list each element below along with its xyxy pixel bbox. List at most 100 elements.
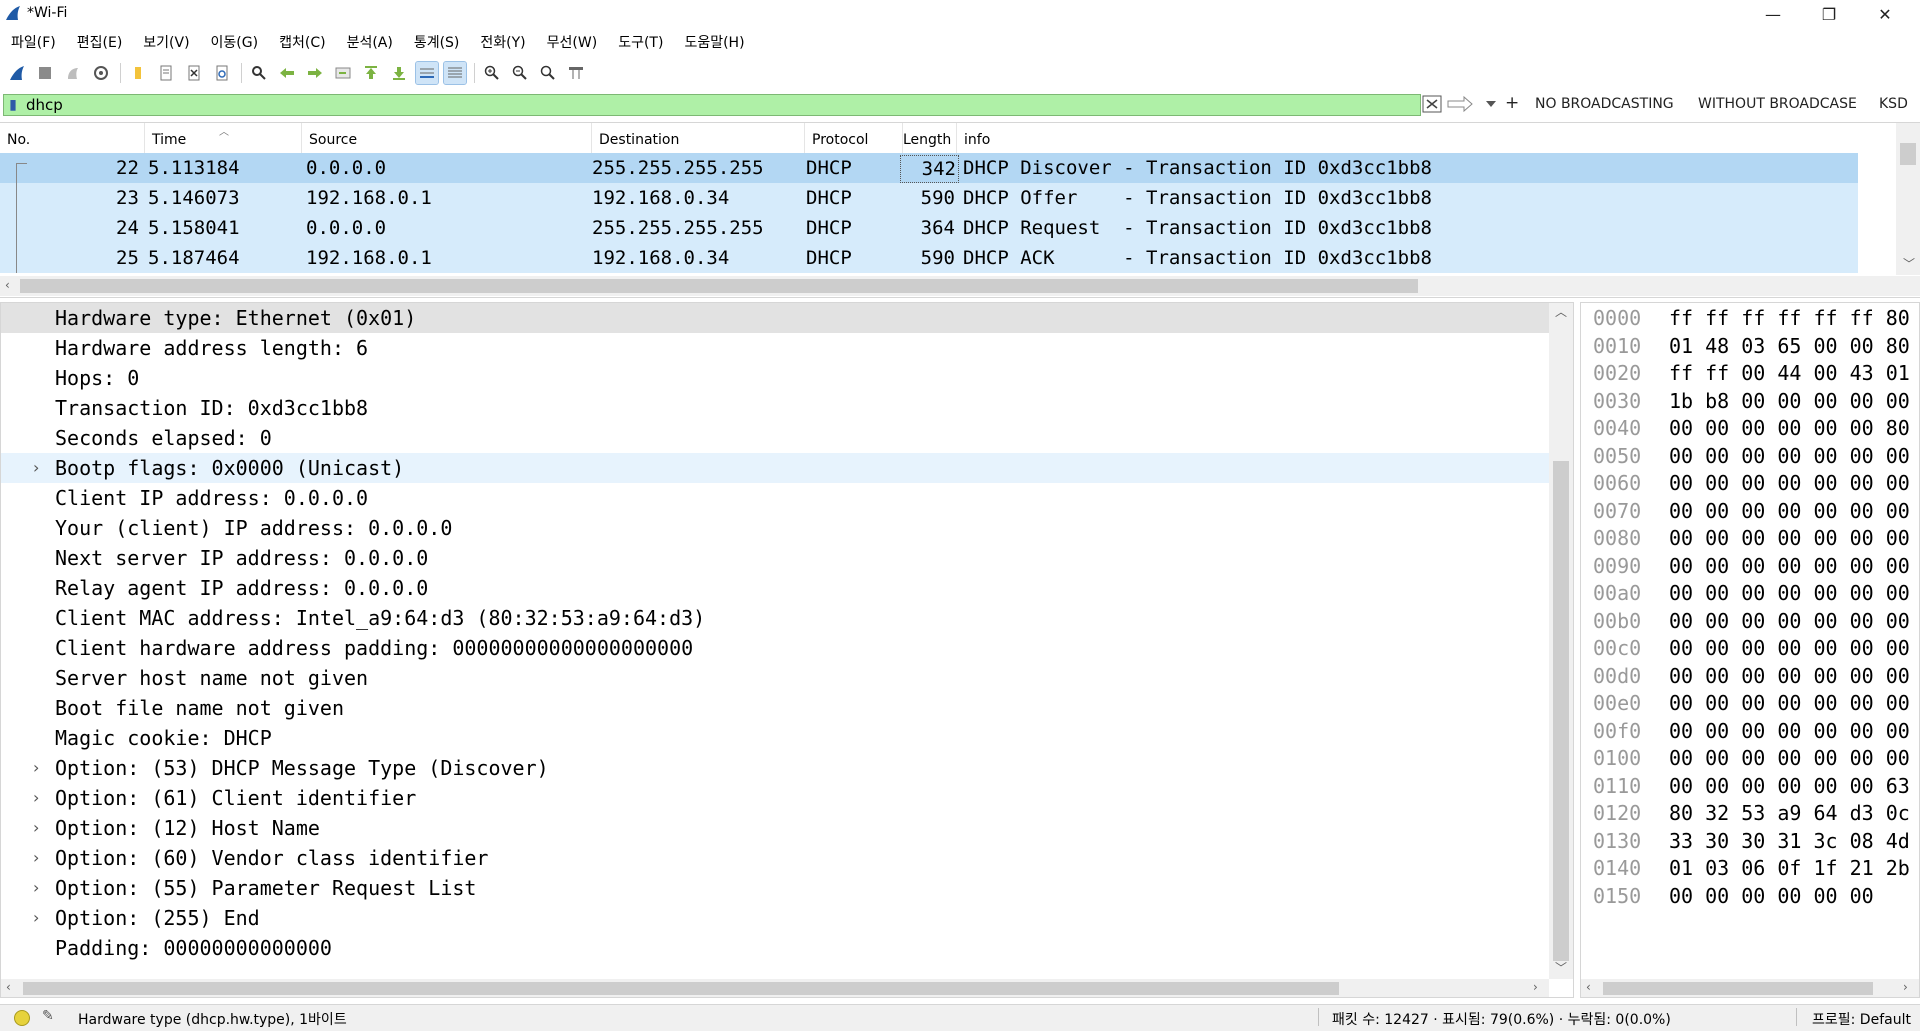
column-header-destination[interactable]: Destination (592, 123, 805, 153)
autoscroll-icon[interactable] (415, 61, 439, 85)
last-icon[interactable] (388, 62, 410, 84)
scroll-up-icon[interactable]: ︿ (1555, 303, 1567, 320)
hex-bytes[interactable]: 00 00 00 00 00 00 00 (1669, 635, 1910, 662)
expand-arrow-icon[interactable]: › (33, 813, 39, 843)
back-icon[interactable] (276, 62, 298, 84)
hex-bytes[interactable]: 00 00 00 00 00 00 00 (1669, 553, 1910, 580)
hex-bytes[interactable]: 00 00 00 00 00 00 80 (1669, 415, 1910, 442)
detail-row[interactable]: › Bootp flags: 0x0000 (Unicast) (1, 453, 1549, 483)
bookmark-icon[interactable]: ▮ (4, 95, 22, 115)
column-header-no[interactable]: No. (0, 123, 145, 153)
packet-row[interactable]: 24 5.158041 0.0.0.0 255.255.255.255 DHCP… (0, 213, 1858, 243)
first-icon[interactable] (360, 62, 382, 84)
scroll-right-icon[interactable]: › (1533, 980, 1538, 994)
hex-row[interactable]: 0080 00 00 00 00 00 00 00 (1581, 525, 1920, 553)
filter-button-no-broadcasting[interactable]: NO BROADCASTING (1535, 96, 1674, 112)
menu-analyze[interactable]: 분석(A) (337, 32, 404, 52)
detail-row[interactable]: Client MAC address: Intel_a9:64:d3 (80:3… (1, 603, 1549, 633)
detail-row[interactable]: Client IP address: 0.0.0.0 (1, 483, 1549, 513)
details-horizontal-scrollbar[interactable]: ‹ › (1, 979, 1549, 997)
expand-arrow-icon[interactable]: › (33, 753, 39, 783)
menu-capture[interactable]: 캡처(C) (269, 32, 336, 52)
hex-bytes[interactable]: 1b b8 00 00 00 00 00 (1669, 388, 1910, 415)
detail-row[interactable]: Hardware type: Ethernet (0x01) (1, 303, 1549, 333)
detail-row[interactable]: Hops: 0 (1, 363, 1549, 393)
detail-row[interactable]: › Option: (255) End (1, 903, 1549, 933)
hex-row[interactable]: 0020 ff ff 00 44 00 43 01 (1581, 360, 1920, 388)
maximize-button[interactable]: ❐ (1806, 0, 1852, 28)
hex-row[interactable]: 00a0 00 00 00 00 00 00 00 (1581, 580, 1920, 608)
packet-row[interactable]: 22 5.113184 0.0.0.0 255.255.255.255 DHCP… (0, 153, 1858, 184)
scroll-left-icon[interactable]: ‹ (6, 980, 11, 994)
hex-bytes[interactable]: 00 00 00 00 00 00 00 (1669, 663, 1910, 690)
filter-button-ksd[interactable]: KSD (1879, 96, 1908, 112)
detail-row[interactable]: Your (client) IP address: 0.0.0.0 (1, 513, 1549, 543)
restart-icon[interactable] (62, 62, 84, 84)
hex-row[interactable]: 00d0 00 00 00 00 00 00 00 (1581, 663, 1920, 691)
hex-row[interactable]: 0120 80 32 53 a9 64 d3 0c (1581, 800, 1920, 828)
expert-info-icon[interactable] (14, 1010, 30, 1026)
hex-bytes[interactable]: 00 00 00 00 00 00 00 (1669, 608, 1910, 635)
detail-row[interactable]: Magic cookie: DHCP (1, 723, 1549, 753)
column-header-info[interactable]: info (957, 123, 1858, 153)
hex-row[interactable]: 0130 33 30 30 31 3c 08 4d (1581, 828, 1920, 856)
hex-bytes[interactable]: ff ff ff ff ff ff 80 (1669, 305, 1910, 332)
menu-wireless[interactable]: 무선(W) (537, 32, 609, 52)
expand-arrow-icon[interactable]: › (33, 783, 39, 813)
scrollbar-thumb[interactable] (20, 279, 1418, 293)
hex-row[interactable]: 0070 00 00 00 00 00 00 00 (1581, 498, 1920, 526)
menu-telephony[interactable]: 전화(Y) (470, 32, 536, 52)
reload-icon[interactable] (211, 62, 233, 84)
hex-bytes[interactable]: 00 00 00 00 00 00 00 (1669, 690, 1910, 717)
hex-row[interactable]: 00c0 00 00 00 00 00 00 00 (1581, 635, 1920, 663)
zoom-normal-icon[interactable] (537, 62, 559, 84)
hex-bytes[interactable]: 00 00 00 00 00 00 00 (1669, 525, 1910, 552)
detail-row[interactable]: Client hardware address padding: 0000000… (1, 633, 1549, 663)
scroll-down-icon[interactable]: ﹀ (1555, 959, 1567, 976)
hex-bytes[interactable]: 80 32 53 a9 64 d3 0c (1669, 800, 1910, 827)
comment-edit-icon[interactable]: ✎ (42, 1008, 54, 1024)
menu-tools[interactable]: 도구(T) (608, 32, 674, 52)
close-button[interactable]: ✕ (1862, 0, 1908, 28)
packet-list-vertical-scrollbar[interactable]: ﹀ (1896, 123, 1920, 275)
details-vertical-scrollbar[interactable]: ︿ ﹀ (1549, 303, 1573, 979)
menu-edit[interactable]: 편집(E) (67, 32, 134, 52)
hex-bytes[interactable]: 00 00 00 00 00 00 (1669, 883, 1874, 910)
apply-filter-icon[interactable] (1446, 93, 1474, 115)
bytes-horizontal-scrollbar[interactable]: ‹ › (1581, 979, 1919, 997)
filter-button-without-broadcase[interactable]: WITHOUT BROADCASE (1698, 96, 1857, 112)
hex-row[interactable]: 0010 01 48 03 65 00 00 80 (1581, 333, 1920, 361)
expand-arrow-icon[interactable]: › (33, 453, 39, 483)
hex-bytes[interactable]: 00 00 00 00 00 00 63 (1669, 773, 1910, 800)
hex-row[interactable]: 0150 00 00 00 00 00 00 (1581, 883, 1920, 911)
hex-row[interactable]: 00f0 00 00 00 00 00 00 00 (1581, 718, 1920, 746)
expand-arrow-icon[interactable]: › (33, 873, 39, 903)
detail-row[interactable]: Hardware address length: 6 (1, 333, 1549, 363)
zoom-in-icon[interactable] (481, 62, 503, 84)
detail-row[interactable]: Seconds elapsed: 0 (1, 423, 1549, 453)
detail-row[interactable]: Padding: 00000000000000 (1, 933, 1549, 963)
status-profile[interactable]: 프로필: Default (1812, 1009, 1911, 1029)
scrollbar-thumb[interactable] (23, 982, 1339, 995)
column-header-protocol[interactable]: Protocol (805, 123, 903, 153)
hex-bytes[interactable]: 00 00 00 00 00 00 00 (1669, 470, 1910, 497)
hex-bytes[interactable]: 01 48 03 65 00 00 80 (1669, 333, 1910, 360)
zoom-out-icon[interactable] (509, 62, 531, 84)
add-filter-button[interactable]: + (1505, 93, 1519, 113)
scrollbar-thumb[interactable] (1553, 461, 1569, 961)
detail-row[interactable]: › Option: (61) Client identifier (1, 783, 1549, 813)
find-icon[interactable] (248, 62, 270, 84)
hex-row[interactable]: 0060 00 00 00 00 00 00 00 (1581, 470, 1920, 498)
detail-row[interactable]: › Option: (55) Parameter Request List (1, 873, 1549, 903)
detail-row[interactable]: Relay agent IP address: 0.0.0.0 (1, 573, 1549, 603)
forward-icon[interactable] (304, 62, 326, 84)
options-icon[interactable] (90, 62, 112, 84)
detail-row[interactable]: Next server IP address: 0.0.0.0 (1, 543, 1549, 573)
hex-row[interactable]: 0000 ff ff ff ff ff ff 80 (1581, 305, 1920, 333)
menu-statistics[interactable]: 통계(S) (404, 32, 471, 52)
hex-row[interactable]: 0040 00 00 00 00 00 00 80 (1581, 415, 1920, 443)
scrollbar-thumb[interactable] (1603, 982, 1873, 995)
packet-list-horizontal-scrollbar[interactable]: ‹ (0, 276, 1920, 296)
open-file-icon[interactable] (155, 62, 177, 84)
clear-filter-icon[interactable] (1422, 93, 1442, 115)
